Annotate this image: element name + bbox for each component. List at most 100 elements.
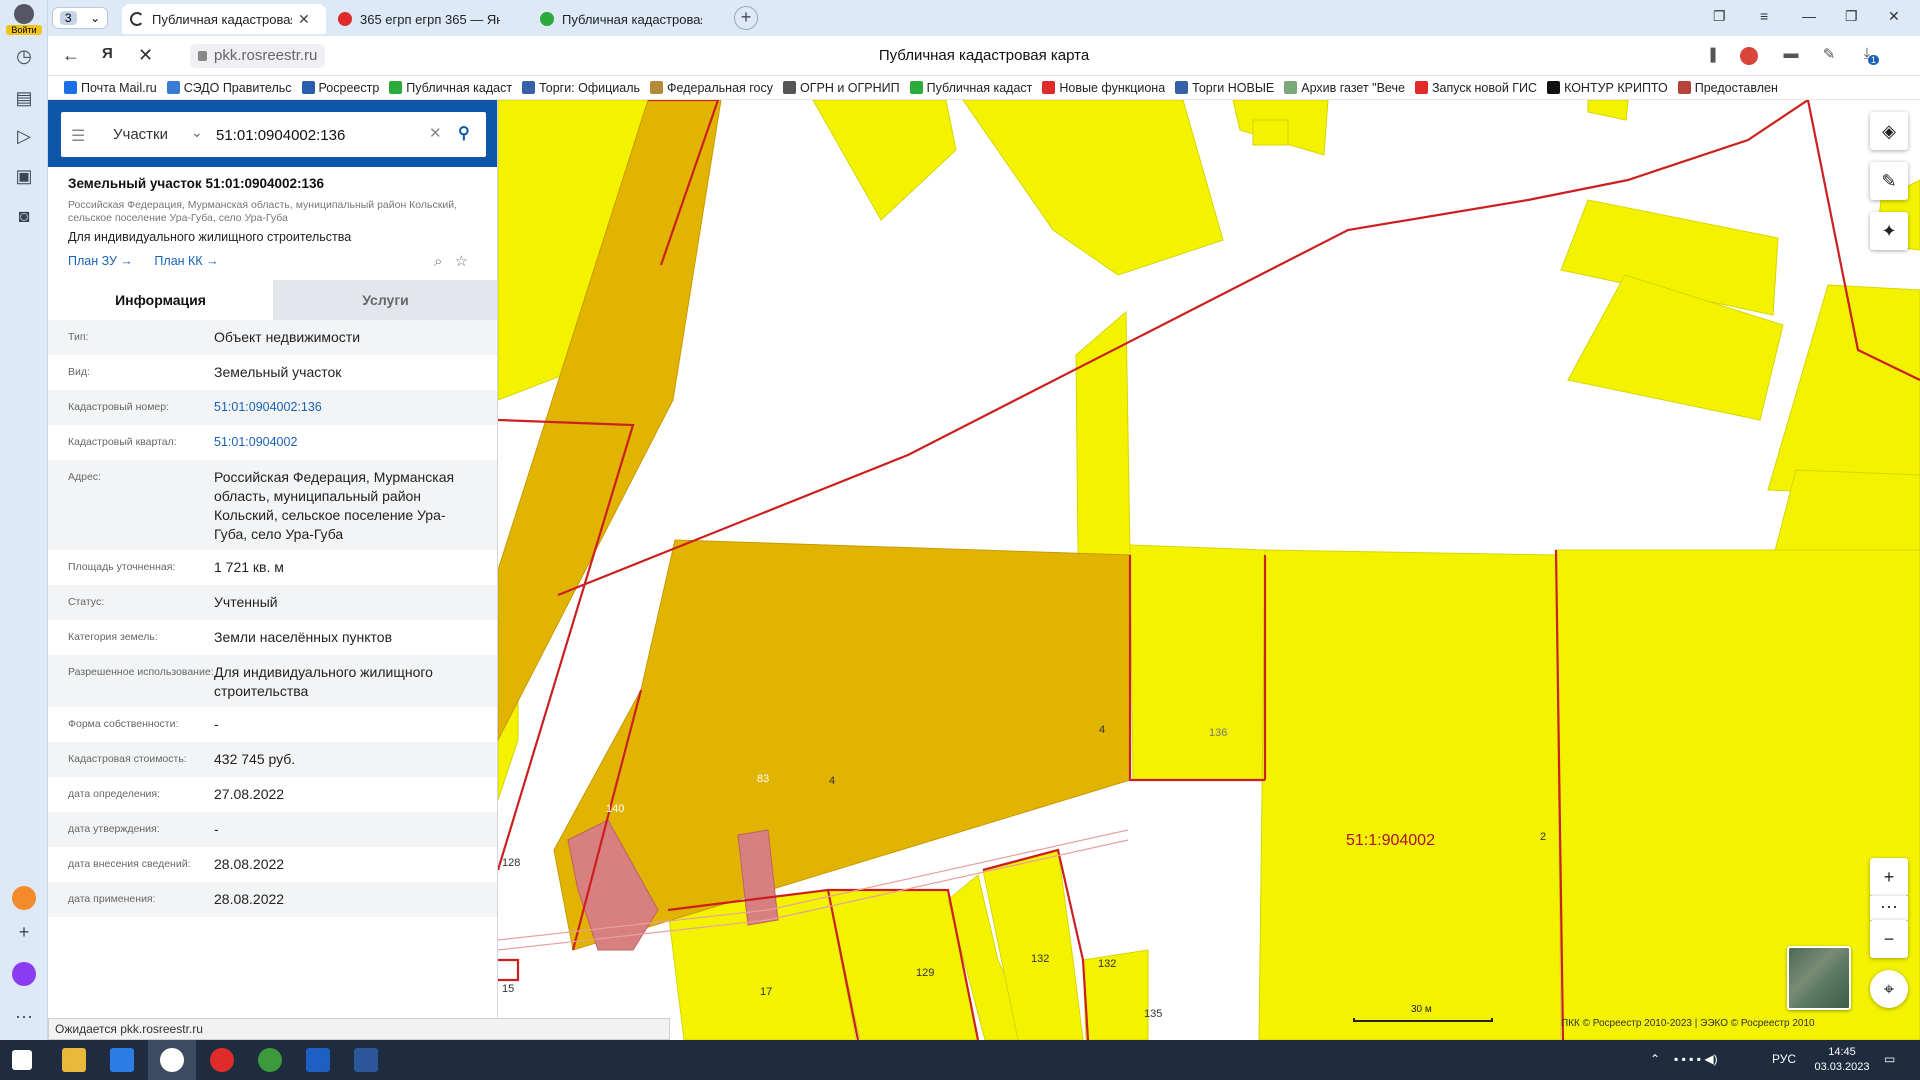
yandex-icon[interactable] [210,1048,234,1072]
screenshot-icon[interactable]: ◙ [12,204,36,228]
clock[interactable]: 14:45 03.03.2023 [1812,1045,1872,1075]
property-key: Статус: [68,596,105,608]
store-icon[interactable] [110,1048,134,1072]
add-panel-icon[interactable]: + [12,920,36,944]
bookmark-item[interactable]: Новые функциона [1042,81,1165,95]
search-type-select[interactable]: Участки [113,126,168,143]
yandex-logo-icon[interactable]: Я [102,45,113,62]
star-icon[interactable]: ☆ [455,253,468,270]
bookmark-item[interactable]: Публичная кадаст [389,81,512,95]
crosshair-icon[interactable]: ✦ [1870,212,1908,250]
protect-icon[interactable] [1740,47,1758,65]
chrome-icon[interactable] [258,1048,282,1072]
extension-icon[interactable]: ▬ [1780,45,1802,67]
bookmark-favicon-icon [1414,81,1428,94]
clear-icon[interactable]: ✕ [429,124,442,142]
bookmark-item[interactable]: Торги: Официаль [522,81,640,95]
tab-pkk[interactable]: Публичная кадастровая карта [532,4,732,34]
zoom-more-button[interactable]: ··· [1870,896,1908,920]
property-value: - [214,821,219,837]
collections-icon[interactable]: ✎ [1818,45,1840,67]
tray-arrow-icon[interactable]: ⌃ [1650,1052,1660,1066]
more-icon[interactable]: ··· [12,1004,36,1028]
tray-icons[interactable]: ▪ ▪ ▪ ▪ ◀) [1674,1052,1718,1066]
tabs-icon[interactable]: ▣ [12,164,36,188]
basemap-switcher[interactable] [1787,946,1851,1010]
zen-icon[interactable] [12,886,36,910]
bookmark-icon[interactable]: ❚ [1702,45,1724,67]
scale-label: 30 м [1411,1004,1432,1015]
search-input[interactable] [216,124,406,146]
bookmark-item[interactable]: Публичная кадаст [909,80,1033,95]
restore-icon[interactable]: ❐ [1845,8,1858,25]
property-value[interactable]: 51:01:0904002 [214,433,474,454]
tab-services[interactable]: Услуги [273,280,497,320]
language-indicator[interactable]: РУС [1772,1052,1796,1066]
login-button[interactable]: Войти [6,4,42,35]
stop-icon[interactable]: ✕ [138,45,153,66]
property-value[interactable]: 51:01:0904002:136 [214,398,474,419]
word-icon[interactable] [354,1048,378,1072]
bookmark-label: Росреестр [318,80,380,95]
bookmark-item[interactable]: ОГРН и ОГРНИП [783,81,900,95]
yandex-browser-icon[interactable] [160,1048,184,1072]
collections-icon[interactable]: ▤ [12,86,36,110]
bookmark-item[interactable]: Запуск новой ГИС [1414,81,1537,95]
bookmark-item[interactable]: Предоставлен [1677,81,1778,95]
bookmark-favicon-icon [1284,81,1298,94]
zoom-to-object-icon[interactable]: ⌕ [434,253,442,270]
app-icon[interactable] [306,1048,330,1072]
windows-start-icon[interactable] [12,1050,32,1070]
property-row: Вид: Земельный участок [48,355,497,390]
zoom-out-button[interactable]: − [1870,920,1908,958]
bookmark-item[interactable]: Росреестр [301,80,380,95]
bookmarks-panel-icon[interactable]: ❐ [1713,8,1726,25]
property-key: Форма собственности: [68,718,179,730]
chevron-down-icon: ⌄ [90,11,101,25]
new-tab-button[interactable]: + [734,6,758,30]
bookmark-label: Публичная кадаст [926,80,1033,95]
search-icon[interactable]: ⚲ [458,123,470,143]
bookmark-item[interactable]: Архив газет "Вече [1284,81,1405,95]
plan-zu-link[interactable]: План ЗУ → [68,254,133,268]
search-bar: ☰ Участки ⌄ ✕ ⚲ [48,100,497,167]
window-close-icon[interactable]: ✕ [1888,8,1900,25]
video-icon[interactable]: ▷ [12,124,36,148]
hamburger-icon[interactable]: ☰ [71,126,87,146]
bookmark-item[interactable]: КОНТУР КРИПТО [1547,81,1668,95]
property-row: Адрес: Российская Федерация, Мурманская о… [48,460,497,550]
ruler-icon[interactable]: ✎ [1870,162,1908,200]
tab-active[interactable]: Публичная кадастровая карта ✕ [122,4,326,34]
layers-icon[interactable]: ◈ [1870,112,1908,150]
compass-icon[interactable]: ⌖ [1870,970,1908,1008]
file-explorer-icon[interactable] [62,1048,86,1072]
download-icon[interactable]: ⤓ 1 [1856,45,1880,67]
info-panel: ☰ Участки ⌄ ✕ ⚲ Земельный участок 51:01:… [48,100,498,1040]
menu-icon[interactable]: ≡ [1760,8,1768,24]
bookmark-item[interactable]: Торги НОВЫЕ [1175,81,1274,95]
bookmark-favicon-icon [783,81,797,94]
date: 03.03.2023 [1814,1061,1870,1073]
property-value: 27.08.2022 [214,786,285,802]
alice-icon[interactable] [12,962,36,986]
plan-kk-link[interactable]: План КК → [154,254,218,268]
property-key: Кадастровый квартал: [68,436,177,448]
close-icon[interactable]: ✕ [298,11,310,28]
url-field[interactable]: pkk.rosreestr.ru [190,44,326,68]
cadastral-map[interactable]: 4 4 136 2 140 83 128 129 132 132 135 17 … [498,100,1920,1040]
minimize-icon[interactable]: — [1802,8,1816,24]
bookmark-item[interactable]: СЭДО Правительс [166,81,292,95]
zoom-in-button[interactable]: + [1870,858,1908,896]
tab-group-button[interactable]: 3 ⌄ [52,7,108,29]
history-icon[interactable]: ◷ [12,44,36,68]
tab-yandex[interactable]: 365 егрп егрп 365 — Яндекс [330,4,530,34]
back-icon[interactable]: ← [62,45,80,66]
property-key: Кадастровый номер: [68,401,170,413]
map-copyright: ПКК © Росреестр 2010-2023 | ЭЭКО © Росре… [1561,1018,1815,1029]
bookmark-item[interactable]: Почта Mail.ru [64,81,157,95]
notification-icon[interactable]: ▭ [1884,1052,1895,1066]
chevron-down-icon[interactable]: ⌄ [191,124,203,141]
tab-info[interactable]: Информация [48,280,273,320]
bookmark-item[interactable]: Федеральная госу [650,81,773,95]
property-key: Вид: [68,366,90,378]
